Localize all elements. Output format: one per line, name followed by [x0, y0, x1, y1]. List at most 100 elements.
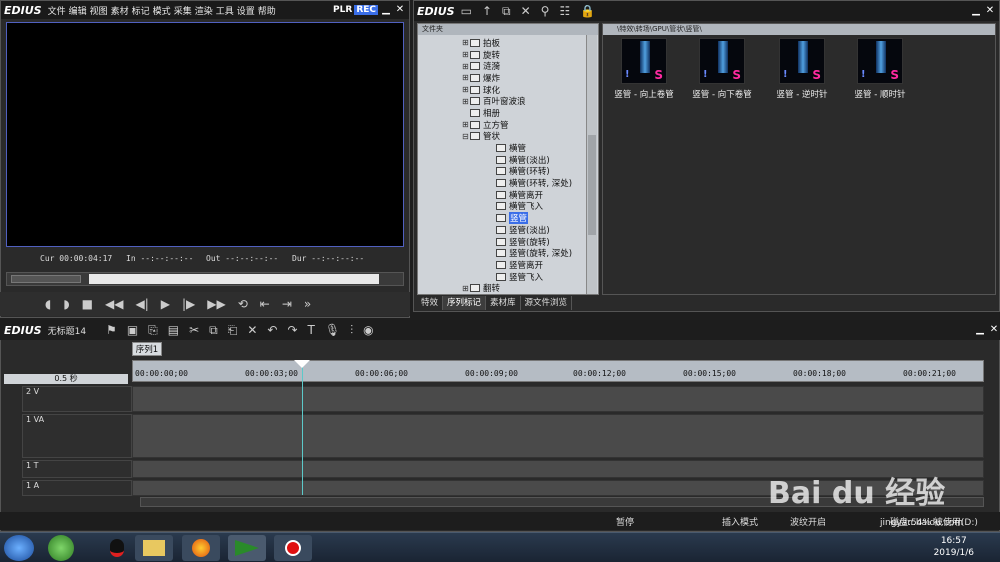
fast-forward-icon[interactable]: ▶▶	[207, 297, 225, 311]
tree-item[interactable]: ⊞ 球化	[418, 84, 598, 96]
rec-indicator[interactable]: REC	[354, 5, 378, 15]
system-clock[interactable]: 16:57 2019/1/6	[934, 535, 974, 559]
menu-item-9[interactable]: 设置	[237, 7, 255, 17]
overwrite-icon[interactable]: ⇥	[282, 297, 292, 311]
mark-in-icon[interactable]: ◖	[45, 297, 51, 311]
tree-item[interactable]: 横管离开	[418, 189, 598, 201]
lock-icon[interactable]: 🔒	[580, 4, 595, 18]
minimize-icon[interactable]: ▁	[380, 4, 392, 16]
new-folder-icon[interactable]: ⧉	[502, 4, 511, 19]
tree-scroll-thumb[interactable]	[588, 135, 596, 235]
timeline-cursor[interactable]	[302, 365, 303, 495]
expand-icon[interactable]: ⊞	[462, 73, 470, 82]
tree-item[interactable]: 横管(环转, 深处)	[418, 177, 598, 189]
minimize-icon[interactable]: ▁	[970, 5, 982, 17]
tree-item[interactable]: 竖管飞入	[418, 271, 598, 283]
scrub-thumb[interactable]	[11, 275, 81, 283]
tree-item[interactable]: ⊟ 管状	[418, 131, 598, 143]
effect-thumbnail[interactable]: ! S 竖管 - 顺时针	[839, 38, 921, 100]
save-icon[interactable]: ▤	[168, 323, 179, 337]
zoom-control[interactable]: 0.5 秒	[4, 374, 128, 384]
menu-item-6[interactable]: 采集	[174, 7, 192, 17]
loop-icon[interactable]: ⟲	[238, 297, 248, 311]
close-icon[interactable]: ✕	[984, 5, 996, 17]
up-folder-icon[interactable]: ↑	[482, 4, 492, 18]
tree-item[interactable]: ⊞ 百叶窗波浪	[418, 95, 598, 108]
expand-icon[interactable]: ⊞	[462, 97, 470, 106]
bin-tab-1[interactable]: 序列标记	[443, 296, 487, 310]
bin-tab-2[interactable]: 素材库	[486, 296, 521, 310]
open-icon[interactable]: ⎘	[148, 323, 158, 338]
tree-item[interactable]: ⊞ 翻转	[418, 282, 598, 295]
snapshot-icon[interactable]: ▣	[127, 323, 138, 337]
menu-item-1[interactable]: 编辑	[69, 7, 87, 17]
close-icon[interactable]: ✕	[394, 4, 406, 16]
play-icon[interactable]: ▶	[161, 297, 170, 311]
mark-out-icon[interactable]: ◗	[63, 297, 69, 311]
app-360-icon[interactable]	[48, 535, 74, 561]
edius-taskbar-icon[interactable]	[228, 535, 266, 561]
qq-icon[interactable]	[98, 535, 136, 561]
effect-thumbnail[interactable]: ! S 竖管 - 逆时针	[761, 38, 843, 100]
tree-item[interactable]: ⊞ 拍板	[418, 37, 598, 49]
tree-item[interactable]: 横管(淡出)	[418, 154, 598, 166]
track-header[interactable]: 1 VA	[22, 414, 132, 458]
tree-item[interactable]: 横管	[418, 142, 598, 154]
bin-tab-3[interactable]: 源文件浏览	[520, 296, 573, 310]
timeline-ruler[interactable]: 00:00:00;00 00:00:03;00 00:00:06;00 00:00:0…	[132, 360, 984, 382]
tree-item[interactable]: 竖管(旋转)	[418, 236, 598, 248]
search-icon[interactable]: ⚲	[541, 4, 550, 18]
record-icon[interactable]: ◉	[363, 323, 373, 337]
more-icon[interactable]: »	[304, 297, 311, 311]
expand-icon[interactable]: ⊞	[462, 50, 470, 59]
tree-item[interactable]: 横管飞入	[418, 201, 598, 212]
tree-item[interactable]: ⊞ 涟漪	[418, 60, 598, 73]
track-header[interactable]: 1 A	[22, 480, 132, 496]
close-icon[interactable]: ✕	[988, 324, 1000, 336]
track-lane[interactable]	[132, 386, 984, 412]
menu-item-7[interactable]: 渲染	[195, 7, 213, 17]
text-icon[interactable]: T	[308, 323, 315, 337]
expand-icon[interactable]: ⊟	[462, 132, 470, 141]
stop-icon[interactable]: ■	[82, 297, 93, 311]
tree-item[interactable]: 竖管(旋转, 深处)	[418, 247, 598, 259]
track-header[interactable]: 2 V	[22, 386, 132, 412]
cursor-head-icon[interactable]	[294, 360, 310, 368]
expand-icon[interactable]: ⊞	[462, 62, 470, 71]
tree-item[interactable]: 竖管(淡出)	[418, 224, 598, 236]
effect-thumbnail[interactable]: ! S 竖管 - 向下卷管	[681, 38, 763, 100]
start-button[interactable]	[4, 535, 34, 561]
paste-icon[interactable]: ⎗	[228, 323, 238, 338]
recorder-icon[interactable]	[274, 535, 312, 561]
menu-item-8[interactable]: 工具	[216, 7, 234, 17]
flag-icon[interactable]: ⚑	[106, 323, 117, 337]
tree-item[interactable]: 竖管离开	[418, 259, 598, 271]
menu-item-10[interactable]: 帮助	[258, 7, 276, 17]
cut-icon[interactable]: ✂	[189, 323, 199, 337]
effect-thumbnail[interactable]: ! S 竖管 - 向上卷管	[603, 38, 685, 100]
tree-item[interactable]: ⊞ 立方管	[418, 119, 598, 131]
expand-icon[interactable]: ⊞	[462, 120, 470, 129]
scrub-track[interactable]	[89, 274, 379, 284]
track-lane[interactable]	[132, 414, 984, 458]
step-forward-icon[interactable]: |▶	[182, 297, 195, 311]
tree-item[interactable]: 相册	[418, 107, 598, 119]
tree-scrollbar[interactable]	[586, 35, 597, 294]
menu-item-3[interactable]: 素材	[111, 7, 129, 17]
menu-item-2[interactable]: 视图	[90, 7, 108, 17]
rewind-icon[interactable]: ◀◀	[105, 297, 123, 311]
mixer-icon[interactable]: ⫶	[350, 323, 353, 338]
bin-tab-0[interactable]: 特效	[417, 296, 444, 310]
expand-icon[interactable]: ⊞	[462, 38, 470, 47]
tree-item[interactable]: 横管(环转)	[418, 166, 598, 177]
menu-item-5[interactable]: 模式	[153, 7, 171, 17]
plr-indicator[interactable]: PLR	[333, 5, 352, 15]
expand-icon[interactable]: ⊞	[462, 85, 470, 94]
undo-icon[interactable]: ↶	[267, 323, 277, 337]
explorer-icon[interactable]	[135, 535, 173, 561]
delete-icon[interactable]: ✕	[521, 4, 531, 18]
tree-item[interactable]: ⊞ 旋转	[418, 49, 598, 61]
step-back-icon[interactable]: ◀|	[135, 297, 148, 311]
mic-icon[interactable]: 🎙	[325, 323, 340, 337]
menu-item-0[interactable]: 文件	[48, 7, 66, 17]
